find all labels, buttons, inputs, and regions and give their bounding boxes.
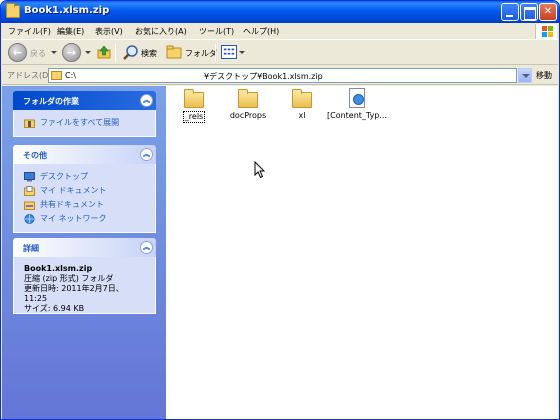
other-places-panel: その他 ︽ デスクトップ マイ ドキュメント 共有ドキュメント マイ ネットワー… [13,145,156,233]
task-pane: フォルダの作業 ︽ ファイルをすべて展開 その他 ︽ デスクトップ マイ ドキュ… [2,86,166,419]
task-label: マイ ネットワーク [40,214,107,223]
details-size: サイズ: 6.94 KB [24,304,85,313]
mouse-cursor-icon [254,161,266,179]
folder-icon [292,89,312,108]
panel-title: その他 [23,151,47,160]
file-name: xl [298,111,306,120]
search-button-label[interactable]: 検索 [141,48,157,59]
collapse-chevron-icon[interactable]: ︽ [140,94,153,107]
details-file-name: Book1.xlsm.zip [24,264,93,273]
file-name: _rels [182,111,206,123]
collapse-chevron-icon[interactable]: ︽ [140,148,153,161]
collapse-chevron-icon[interactable]: ︽ [140,241,153,254]
forward-dropdown-icon[interactable] [85,51,91,54]
back-arrow-icon[interactable]: ← [8,43,27,62]
address-dropdown-button[interactable] [518,68,532,83]
address-drive: C:\ [65,71,76,80]
details-file-type: 圧縮 (zip 形式) フォルダ [24,274,114,283]
details-panel: 詳細 ︽ Book1.xlsm.zip 圧縮 (zip 形式) フォルダ 更新日… [13,238,156,314]
details-body: Book1.xlsm.zip 圧縮 (zip 形式) フォルダ 更新日時: 20… [13,257,156,314]
address-path: ¥デスクトップ¥Book1.xlsm.zip [204,72,323,81]
folder-tasks-header[interactable]: フォルダの作業 ︽ [13,91,156,110]
toolbar: ← 戻る → 検索 フォルダ [2,41,558,65]
folders-button-label[interactable]: フォルダ [185,48,217,59]
maximize-button[interactable] [520,3,538,21]
toolbar-separator [215,44,216,62]
folder-icon [6,3,20,18]
forward-arrow-icon[interactable]: → [62,43,81,62]
toolbar-separator [115,44,116,62]
shared-documents-icon [24,201,35,210]
folder-icon [184,89,204,108]
menu-view[interactable]: 表示(V) [95,26,123,37]
folders-icon[interactable] [166,45,182,59]
details-header[interactable]: 詳細 ︽ [13,238,156,257]
extract-icon [24,119,35,128]
back-dropdown-icon[interactable] [51,51,57,54]
minimize-button[interactable] [501,3,519,21]
folder-tasks-panel: フォルダの作業 ︽ ファイルをすべて展開 [13,91,156,137]
menu-help[interactable]: ヘルプ(H) [243,26,279,37]
place-my-network-link[interactable]: マイ ネットワーク [24,212,145,226]
file-name: [Content_Typ... [326,111,388,120]
xml-document-icon [349,88,365,108]
folder-tasks-body: ファイルをすべて展開 [13,110,156,137]
network-icon [24,214,35,224]
task-label: 共有ドキュメント [40,200,104,209]
go-button-label[interactable]: 移動 [536,70,552,81]
panel-title: 詳細 [23,244,39,253]
folder-icon [51,71,62,80]
menu-bar: ファイル(F) 編集(E) 表示(V) お気に入り(A) ツール(T) ヘルプ(… [2,23,558,40]
back-button-label[interactable]: 戻る [30,48,46,59]
task-label: ファイルをすべて展開 [40,118,120,127]
address-label: アドレス(D) [7,71,52,80]
task-label: マイ ドキュメント [40,186,107,195]
windows-logo-icon [535,24,557,39]
title-bar[interactable]: Book1.xlsm.zip ✕ [1,1,559,23]
file-item-content-types[interactable]: [Content_Typ... [322,88,392,121]
up-folder-icon[interactable] [97,45,111,59]
menu-tools[interactable]: ツール(T) [199,26,234,37]
folder-icon [238,89,258,108]
views-icon[interactable] [221,45,237,59]
menu-edit[interactable]: 編集(E) [57,26,84,37]
task-label: デスクトップ [40,172,88,181]
place-shared-documents-link[interactable]: 共有ドキュメント [24,198,145,212]
window-title: Book1.xlsm.zip [24,5,110,16]
address-input[interactable]: C:\ ¥デスクトップ¥Book1.xlsm.zip [48,68,517,83]
place-desktop-link[interactable]: デスクトップ [24,170,145,184]
menu-file[interactable]: ファイル(F) [8,26,51,37]
details-modified: 更新日時: 2011年2月7日、11:25 [24,284,124,303]
panel-title: フォルダの作業 [23,97,79,106]
place-my-documents-link[interactable]: マイ ドキュメント [24,184,145,198]
explorer-window: Book1.xlsm.zip ✕ ファイル(F) 編集(E) 表示(V) お気に… [0,0,560,420]
menu-favorites[interactable]: お気に入り(A) [135,26,187,37]
address-bar: アドレス(D) C:\ ¥デスクトップ¥Book1.xlsm.zip 移動 [2,66,558,85]
extract-all-link[interactable]: ファイルをすべて展開 [24,116,145,130]
file-view[interactable]: _rels docProps xl [Content_Typ... [166,86,558,419]
search-icon[interactable] [122,44,139,61]
views-dropdown-icon[interactable] [239,51,245,54]
file-name: docProps [229,111,267,120]
other-places-header[interactable]: その他 ︽ [13,145,156,164]
close-button[interactable]: ✕ [539,3,557,21]
my-documents-icon [24,186,35,196]
other-places-body: デスクトップ マイ ドキュメント 共有ドキュメント マイ ネットワーク [13,164,156,233]
desktop-icon [24,172,35,182]
